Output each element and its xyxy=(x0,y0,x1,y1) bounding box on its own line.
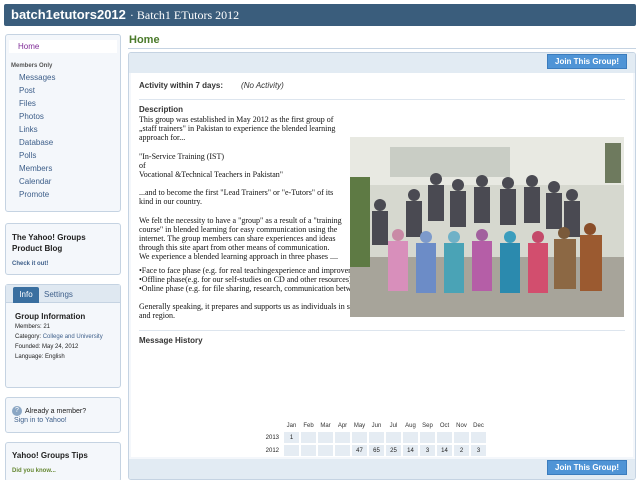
history-year: 2013 xyxy=(265,434,279,441)
groups-tips-box: Yahoo! Groups Tips Did you know... xyxy=(5,442,121,480)
history-cell[interactable]: 14 xyxy=(403,445,418,456)
history-cell[interactable]: 2 xyxy=(454,445,469,456)
description-title: Description xyxy=(139,105,184,114)
title-divider xyxy=(128,48,636,49)
blog-title-line2: Product Blog xyxy=(12,244,63,253)
history-month: Sep xyxy=(422,422,433,429)
language: Language: English xyxy=(15,354,65,360)
blog-check-link[interactable]: Check it out! xyxy=(12,261,114,267)
category: Category: College and University xyxy=(15,334,103,340)
history-cell xyxy=(420,432,435,443)
history-cell xyxy=(335,445,350,456)
history-year: 2012 xyxy=(265,447,279,454)
bottom-action-bar: Join This Group! xyxy=(129,459,635,479)
page-title: Home xyxy=(129,34,160,46)
history-cell xyxy=(335,432,350,443)
founded-date: Founded: May 24, 2012 xyxy=(15,344,79,350)
join-group-button-bottom[interactable]: Join This Group! xyxy=(547,460,627,475)
history-month: Aug xyxy=(405,422,416,429)
group-name[interactable]: batch1etutors2012 xyxy=(11,7,126,22)
sidebar-item-promote[interactable]: Promote xyxy=(6,188,120,201)
history-cell xyxy=(386,432,401,443)
group-content: Activity within 7 days: (No Activity) Des… xyxy=(131,73,633,457)
message-history-table: Jan Feb Mar Apr May Jun Jul Aug Sep Oct Nov Dec 201… xyxy=(260,419,488,458)
sidebar-item-polls[interactable]: Polls xyxy=(6,149,120,162)
activity-row: Activity within 7 days: (No Activity) xyxy=(139,81,284,90)
history-cell xyxy=(403,432,418,443)
history-month: Apr xyxy=(337,422,348,429)
history-month: Dec xyxy=(473,422,484,429)
history-cell xyxy=(301,432,316,443)
divider xyxy=(139,99,625,100)
did-you-know-link[interactable]: Did you know... xyxy=(12,468,114,474)
info-tabs: Info Settings xyxy=(6,285,120,303)
main-panel: Join This Group! Activity within 7 days:… xyxy=(128,52,636,480)
sidebar-item-members[interactable]: Members xyxy=(6,162,120,175)
history-month: Jun xyxy=(371,422,382,429)
history-cell xyxy=(369,432,384,443)
group-info-box: Info Settings Group Information Members:… xyxy=(5,284,121,388)
history-month: Oct xyxy=(439,422,450,429)
sidebar-item-links[interactable]: Links xyxy=(6,123,120,136)
history-month: Jul xyxy=(389,422,398,429)
history-month: Jan xyxy=(286,422,297,429)
history-cell xyxy=(352,432,367,443)
product-blog-box: The Yahoo! Groups Product Blog Check it … xyxy=(5,223,121,275)
tab-info[interactable]: Info xyxy=(13,287,39,303)
join-group-button-top[interactable]: Join This Group! xyxy=(547,54,627,69)
sidebar-item-home[interactable]: Home xyxy=(9,40,117,53)
history-cell xyxy=(301,445,316,456)
history-cell[interactable]: 3 xyxy=(420,445,435,456)
history-cell xyxy=(284,445,299,456)
sidebar-item-files[interactable]: Files xyxy=(6,97,120,110)
message-history-title: Message History xyxy=(139,335,203,345)
question-icon: ? xyxy=(12,406,22,416)
history-cell[interactable]: 47 xyxy=(352,445,367,456)
member-signin-box: ? Already a member? Sign in to Yahoo! xyxy=(5,397,121,433)
history-cell xyxy=(437,432,452,443)
divider xyxy=(139,329,625,331)
history-cell[interactable]: 1 xyxy=(284,432,299,443)
history-month: Feb xyxy=(303,422,314,429)
blog-title-line1: The Yahoo! Groups xyxy=(12,233,86,242)
history-cell[interactable]: 3 xyxy=(471,445,486,456)
group-info-title: Group Information xyxy=(15,312,86,321)
sidebar-item-calendar[interactable]: Calendar xyxy=(6,175,120,188)
tips-title: Yahoo! Groups Tips xyxy=(12,451,88,460)
history-cell xyxy=(471,432,486,443)
sidebar-nav: Home Members Only Messages Post Files Ph… xyxy=(5,34,121,212)
top-action-bar: Join This Group! xyxy=(129,53,635,73)
signin-link[interactable]: Sign in to Yahoo! xyxy=(12,417,114,424)
group-photo xyxy=(350,137,624,317)
history-month: Mar xyxy=(320,422,331,429)
sidebar-item-database[interactable]: Database xyxy=(6,136,120,149)
history-cell xyxy=(318,445,333,456)
history-cell[interactable]: 65 xyxy=(369,445,384,456)
members-count: Members: 21 xyxy=(15,324,51,330)
group-header: batch1etutors2012 · Batch1 ETutors 2012 xyxy=(4,4,636,26)
history-month: May xyxy=(353,422,366,429)
already-member-text: Already a member? xyxy=(25,407,87,415)
group-title: · Batch1 ETutors 2012 xyxy=(129,8,240,22)
history-cell xyxy=(454,432,469,443)
sidebar-item-post[interactable]: Post xyxy=(6,84,120,97)
history-cell[interactable]: 25 xyxy=(386,445,401,456)
sidebar-item-messages[interactable]: Messages xyxy=(6,71,120,84)
members-only-label: Members Only xyxy=(11,63,53,69)
history-month: Nov xyxy=(456,422,467,429)
history-cell[interactable]: 14 xyxy=(437,445,452,456)
description-text: This group was established in May 2012 a… xyxy=(139,115,342,262)
category-link[interactable]: College and University xyxy=(43,334,103,340)
tab-settings[interactable]: Settings xyxy=(44,290,73,299)
sidebar-item-photos[interactable]: Photos xyxy=(6,110,120,123)
activity-value: (No Activity) xyxy=(241,81,284,90)
history-cell xyxy=(318,432,333,443)
